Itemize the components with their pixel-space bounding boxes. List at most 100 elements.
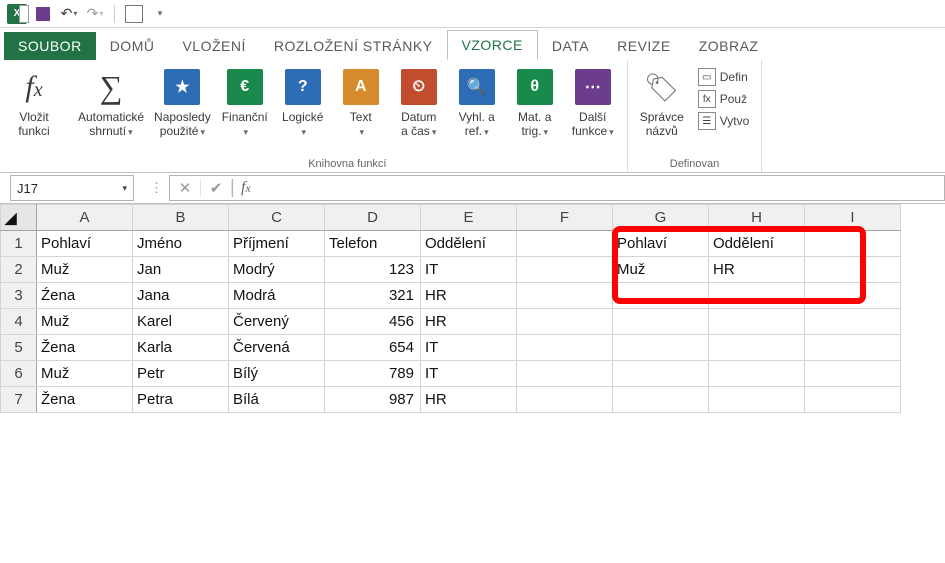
undo-button[interactable]: ↶▾ xyxy=(58,3,80,25)
autosum-button[interactable]: ∑ Automatické shrnutí▾ xyxy=(76,64,146,141)
logical-button[interactable]: ? Logické▾ xyxy=(277,64,329,141)
cell[interactable] xyxy=(805,257,901,283)
cell[interactable] xyxy=(517,309,613,335)
column-header[interactable]: C xyxy=(229,205,325,231)
cell[interactable]: 321 xyxy=(325,283,421,309)
cell[interactable]: HR xyxy=(421,387,517,413)
column-header[interactable]: G xyxy=(613,205,709,231)
column-header[interactable]: E xyxy=(421,205,517,231)
formula-bar[interactable]: ✕ ✔ fx xyxy=(169,175,945,201)
cell[interactable] xyxy=(517,387,613,413)
tab-formulas[interactable]: VZORCE xyxy=(447,30,538,60)
row-header[interactable]: 1 xyxy=(1,231,37,257)
cell[interactable]: 456 xyxy=(325,309,421,335)
qat-customize-dropdown[interactable]: ▾ xyxy=(149,3,171,25)
cell[interactable]: Modrá xyxy=(229,283,325,309)
tab-file[interactable]: SOUBOR xyxy=(4,32,96,60)
touch-mode-button[interactable] xyxy=(123,3,145,25)
cell[interactable] xyxy=(805,231,901,257)
cell[interactable]: Pohlaví xyxy=(37,231,133,257)
cell[interactable] xyxy=(805,335,901,361)
cell[interactable] xyxy=(709,361,805,387)
create-from-selection-button[interactable]: ☰Vytvo xyxy=(698,112,750,130)
use-in-formula-button[interactable]: fxPouž xyxy=(698,90,750,108)
cell[interactable]: Muž xyxy=(37,309,133,335)
insert-function-button[interactable]: fx Vložit funkci xyxy=(8,64,60,141)
row-header[interactable]: 6 xyxy=(1,361,37,387)
cell[interactable] xyxy=(613,361,709,387)
cell[interactable]: Petr xyxy=(133,361,229,387)
row-header[interactable]: 7 xyxy=(1,387,37,413)
cell[interactable] xyxy=(613,283,709,309)
cell[interactable]: Červená xyxy=(229,335,325,361)
cell[interactable]: HR xyxy=(421,283,517,309)
cell[interactable] xyxy=(805,309,901,335)
column-header[interactable]: D xyxy=(325,205,421,231)
cell[interactable] xyxy=(517,231,613,257)
row-header[interactable]: 5 xyxy=(1,335,37,361)
cell[interactable] xyxy=(709,283,805,309)
tab-view[interactable]: ZOBRAZ xyxy=(685,32,773,60)
cell[interactable] xyxy=(517,283,613,309)
more-functions-button[interactable]: ⋯ Další funkce▾ xyxy=(567,64,619,141)
cell[interactable]: Pohlaví xyxy=(613,231,709,257)
tab-home[interactable]: DOMŮ xyxy=(96,32,169,60)
row-header[interactable]: 4 xyxy=(1,309,37,335)
column-header[interactable]: B xyxy=(133,205,229,231)
cell[interactable]: Červený xyxy=(229,309,325,335)
cell[interactable]: Žena xyxy=(37,335,133,361)
cell[interactable] xyxy=(517,257,613,283)
cell-grid[interactable]: ◢ABCDEFGHI1PohlavíJménoPříjmeníTelefonOd… xyxy=(0,204,901,413)
cell[interactable]: Oddělení xyxy=(709,231,805,257)
tab-page-layout[interactable]: ROZLOŽENÍ STRÁNKY xyxy=(260,32,447,60)
cell[interactable]: Źena xyxy=(37,283,133,309)
cell[interactable] xyxy=(709,387,805,413)
cell[interactable]: 123 xyxy=(325,257,421,283)
cell[interactable]: Muž xyxy=(613,257,709,283)
select-all-corner[interactable]: ◢ xyxy=(1,205,37,231)
cell[interactable]: Petra xyxy=(133,387,229,413)
cell[interactable]: Jméno xyxy=(133,231,229,257)
cell[interactable]: HR xyxy=(421,309,517,335)
cell[interactable]: 789 xyxy=(325,361,421,387)
column-header[interactable]: I xyxy=(805,205,901,231)
cell[interactable]: Bílá xyxy=(229,387,325,413)
cell[interactable] xyxy=(613,335,709,361)
enter-entry-button[interactable]: ✔ xyxy=(201,179,232,197)
math-trig-button[interactable]: θ Mat. a trig.▾ xyxy=(509,64,561,141)
cell[interactable] xyxy=(709,309,805,335)
financial-button[interactable]: € Finanční▾ xyxy=(219,64,271,141)
cell[interactable] xyxy=(805,361,901,387)
cell[interactable]: HR xyxy=(709,257,805,283)
date-time-button[interactable]: ⏲ Datum a čas▾ xyxy=(393,64,445,141)
cell[interactable]: Karla xyxy=(133,335,229,361)
save-button[interactable] xyxy=(32,3,54,25)
cell[interactable]: IT xyxy=(421,257,517,283)
column-header[interactable]: A xyxy=(37,205,133,231)
cell[interactable] xyxy=(517,361,613,387)
name-manager-button[interactable]: 🏷 Správce názvů xyxy=(636,64,688,141)
cell[interactable]: IT xyxy=(421,361,517,387)
lookup-ref-button[interactable]: 🔍 Vyhl. a ref.▾ xyxy=(451,64,503,141)
cell[interactable]: Bílý xyxy=(229,361,325,387)
cell[interactable] xyxy=(805,283,901,309)
cell[interactable]: Příjmení xyxy=(229,231,325,257)
cell[interactable] xyxy=(805,387,901,413)
cell[interactable]: Oddělení xyxy=(421,231,517,257)
cancel-entry-button[interactable]: ✕ xyxy=(170,179,201,197)
recently-used-button[interactable]: ★ Naposledy použité▾ xyxy=(152,64,213,141)
tab-review[interactable]: REVIZE xyxy=(603,32,685,60)
cell[interactable]: Muž xyxy=(37,361,133,387)
tab-data[interactable]: DATA xyxy=(538,32,603,60)
cell[interactable]: Jan xyxy=(133,257,229,283)
column-header[interactable]: F xyxy=(517,205,613,231)
cell[interactable]: 654 xyxy=(325,335,421,361)
cell[interactable]: IT xyxy=(421,335,517,361)
cell[interactable] xyxy=(517,335,613,361)
cell[interactable] xyxy=(709,335,805,361)
cell[interactable]: 987 xyxy=(325,387,421,413)
tab-insert[interactable]: VLOŽENÍ xyxy=(168,32,259,60)
row-header[interactable]: 3 xyxy=(1,283,37,309)
cell[interactable]: Muž xyxy=(37,257,133,283)
cell[interactable]: Jana xyxy=(133,283,229,309)
